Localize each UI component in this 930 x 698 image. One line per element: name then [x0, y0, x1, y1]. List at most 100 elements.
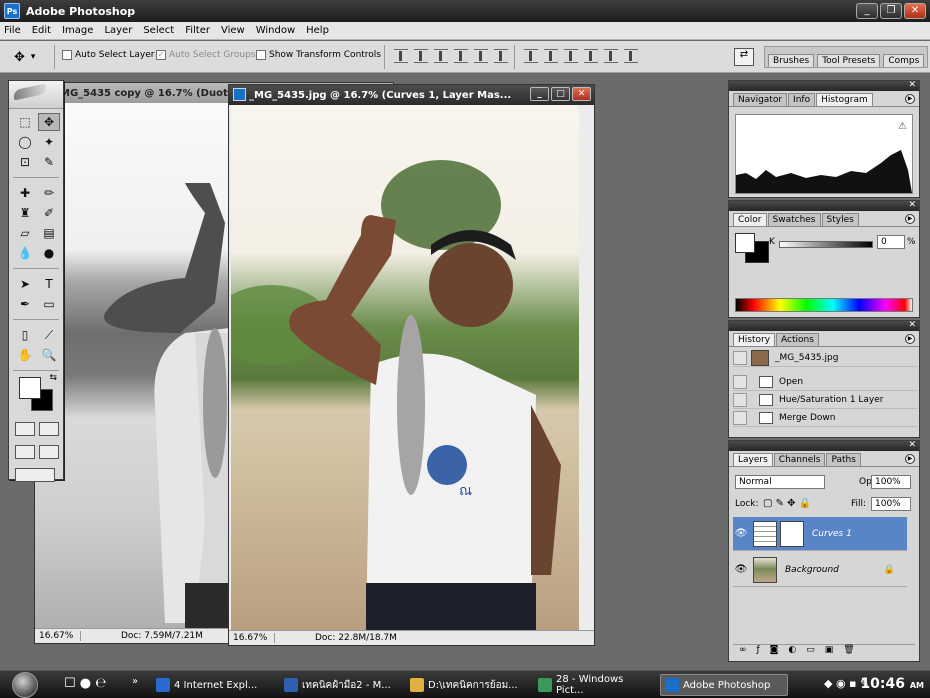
menu-file[interactable]: File [4, 25, 21, 36]
magic-wand-tool-icon[interactable]: ✦ [38, 133, 60, 151]
task-folder[interactable]: D:\เทคนิคการย้อม... [406, 674, 530, 696]
eraser-tool-icon[interactable]: ▱ [14, 224, 36, 242]
opacity-field[interactable]: 100% [871, 475, 911, 489]
distribute-right-icon[interactable] [624, 49, 638, 63]
color-ramp[interactable] [735, 298, 913, 312]
palette-well-icon[interactable]: ⇄ [734, 48, 754, 66]
panel-close-icon[interactable]: ✕ [908, 440, 916, 450]
history-step[interactable]: Open [733, 373, 917, 391]
auto-select-layer-checkbox[interactable]: Auto Select Layer [62, 50, 154, 60]
distribute-bottom-icon[interactable] [564, 49, 578, 63]
eye-icon[interactable]: 👁 [733, 528, 749, 539]
menu-help[interactable]: Help [306, 25, 329, 36]
start-button[interactable] [12, 672, 38, 698]
tool-preset-picker[interactable]: ✥ ▾ [14, 47, 48, 67]
task-adobe-photoshop[interactable]: Adobe Photoshop [660, 674, 788, 696]
align-right-icon[interactable] [494, 49, 508, 63]
tab-layers[interactable]: Layers [733, 453, 773, 466]
distribute-vcenter-icon[interactable] [544, 49, 558, 63]
zoom-level[interactable]: 16.67% [35, 631, 81, 641]
tab-color[interactable]: Color [733, 213, 767, 226]
align-vcenter-icon[interactable] [414, 49, 428, 63]
minimize-button[interactable]: _ [856, 3, 878, 19]
layer-style-icon[interactable]: ƒ [757, 645, 760, 658]
panel-menu-icon[interactable]: ▶ [905, 94, 915, 104]
color-fg-swatch[interactable] [735, 233, 755, 253]
panel-close-icon[interactable]: ✕ [908, 320, 916, 330]
fullscreen-mode-icon[interactable] [39, 445, 59, 459]
align-left-icon[interactable] [454, 49, 468, 63]
k-value-field[interactable]: 0 [877, 235, 905, 249]
blur-tool-icon[interactable]: 💧 [14, 244, 36, 262]
tab-tool-presets[interactable]: Tool Presets [817, 54, 881, 67]
hand-tool-icon[interactable]: ✋ [14, 346, 36, 364]
shape-tool-icon[interactable]: ▭ [38, 295, 60, 313]
document-window-front[interactable]: _MG_5435.jpg @ 16.7% (Curves 1, Layer Ma… [228, 84, 595, 646]
task-internet-explorer[interactable]: 4 Internet Expl... [152, 674, 272, 696]
color-photo[interactable]: ณ [231, 105, 579, 631]
new-adjustment-icon[interactable]: ◐ [788, 645, 796, 658]
history-step[interactable]: Merge Down [733, 409, 917, 427]
menu-window[interactable]: Window [256, 25, 295, 36]
crop-tool-icon[interactable]: ⊡ [14, 153, 36, 171]
distribute-left-icon[interactable] [584, 49, 598, 63]
doc-close-button[interactable]: ✕ [572, 87, 591, 101]
new-group-icon[interactable]: ▭ [806, 645, 815, 658]
restore-button[interactable]: ❐ [880, 3, 902, 19]
align-top-icon[interactable] [394, 49, 408, 63]
k-slider[interactable] [779, 241, 873, 248]
type-tool-icon[interactable]: T [38, 275, 60, 293]
dodge-tool-icon[interactable]: ● [38, 244, 60, 262]
align-bottom-icon[interactable] [434, 49, 448, 63]
layer-row-curves[interactable]: 👁 Curves 1 [733, 517, 907, 551]
new-layer-icon[interactable]: ▣ [825, 645, 834, 658]
tab-actions[interactable]: Actions [776, 333, 819, 346]
swap-colors-icon[interactable]: ⇆ [49, 373, 57, 383]
brush-tool-icon[interactable]: ✏ [38, 184, 60, 202]
distribute-top-icon[interactable] [524, 49, 538, 63]
panel-menu-icon[interactable]: ▶ [905, 454, 915, 464]
history-snapshot[interactable]: _MG_5435.jpg [733, 349, 917, 367]
tab-brushes[interactable]: Brushes [768, 54, 815, 67]
menu-filter[interactable]: Filter [185, 25, 210, 36]
blend-mode-select[interactable]: Normal [735, 475, 825, 489]
panel-menu-icon[interactable]: ▶ [905, 214, 915, 224]
zoom-level[interactable]: 16.67% [229, 633, 275, 643]
doc-minimize-button[interactable]: _ [530, 87, 549, 101]
tab-styles[interactable]: Styles [821, 213, 859, 226]
menu-layer[interactable]: Layer [104, 25, 132, 36]
zoom-tool-icon[interactable]: 🔍 [38, 346, 60, 364]
doc-maximize-button[interactable]: □ [551, 87, 570, 101]
doc-size-info[interactable]: Doc: 22.8M/18.7M [275, 633, 397, 643]
notes-tool-icon[interactable]: ▯ [14, 326, 36, 344]
link-layers-icon[interactable]: ∞ [739, 645, 747, 658]
path-selection-icon[interactable]: ➤ [14, 275, 36, 293]
tab-comps[interactable]: Comps [883, 54, 925, 67]
tab-navigator[interactable]: Navigator [733, 93, 788, 106]
panel-menu-icon[interactable]: ▶ [905, 334, 915, 344]
move-tool-icon[interactable]: ✥ [38, 113, 60, 131]
distribute-hcenter-icon[interactable] [604, 49, 618, 63]
panel-close-icon[interactable]: ✕ [908, 80, 916, 90]
history-brush-source-icon[interactable] [733, 350, 747, 365]
marquee-tool-icon[interactable]: ⬚ [14, 113, 36, 131]
jump-to-imageready-icon[interactable] [15, 468, 55, 482]
tab-swatches[interactable]: Swatches [767, 213, 821, 226]
toolbox-header[interactable] [9, 81, 63, 109]
standard-mode-icon[interactable] [15, 422, 35, 436]
fill-field[interactable]: 100% [871, 497, 911, 511]
history-step[interactable]: Hue/Saturation 1 Layer [733, 391, 917, 409]
auto-select-groups-checkbox[interactable]: ✓ Auto Select Groups [156, 50, 255, 60]
align-hcenter-icon[interactable] [474, 49, 488, 63]
quicklaunch-overflow-icon[interactable]: » [132, 676, 138, 687]
quicklaunch-icons[interactable]: ☐ ● ℮ [64, 676, 106, 691]
eye-icon[interactable]: 👁 [733, 564, 749, 575]
lasso-tool-icon[interactable]: ◯ [14, 133, 36, 151]
delete-layer-icon[interactable]: 🗑 [843, 645, 854, 658]
menu-image[interactable]: Image [62, 25, 93, 36]
task-word-document[interactable]: เทคนิคฝำมือ2 - M... [280, 674, 398, 696]
eyedropper-tool-icon[interactable]: ⟋ [38, 326, 60, 344]
menu-view[interactable]: View [221, 25, 245, 36]
panel-close-icon[interactable]: ✕ [908, 200, 916, 210]
add-mask-icon[interactable]: ◙ [770, 645, 779, 658]
